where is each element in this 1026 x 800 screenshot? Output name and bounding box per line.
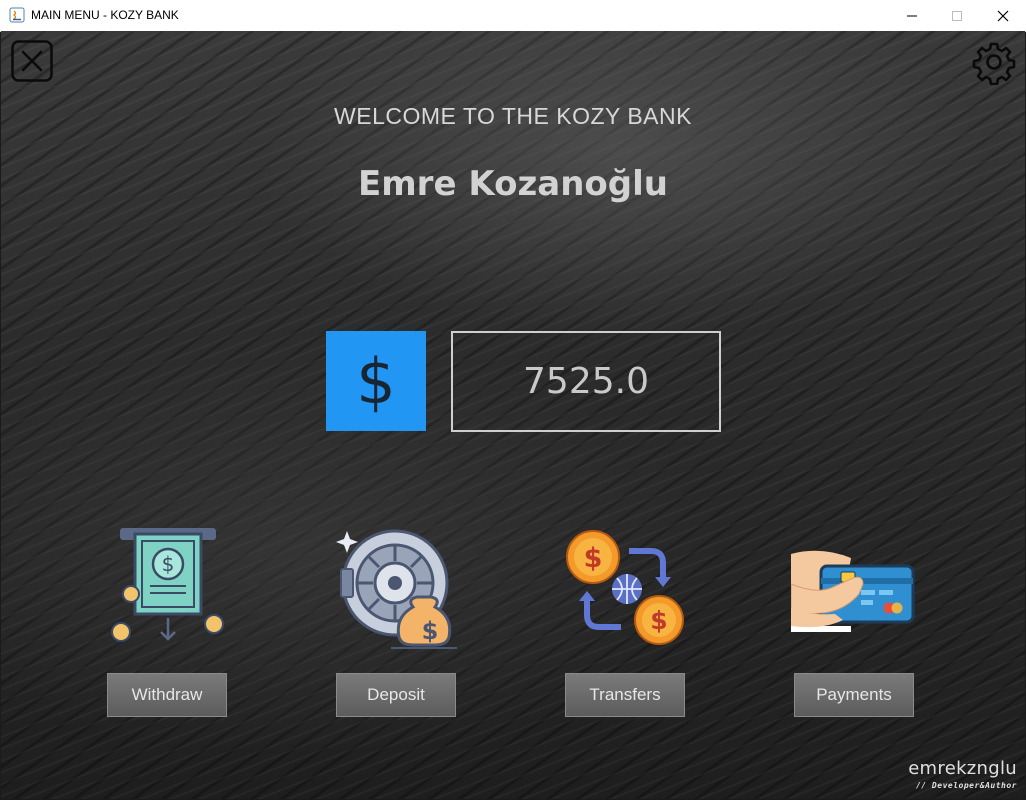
close-icon [997, 10, 1009, 21]
svg-text:$: $ [162, 552, 175, 576]
currency-badge: $ [326, 331, 426, 431]
brand-name: emrekznglu [908, 758, 1017, 779]
welcome-heading: WELCOME TO THE KOZY BANK [334, 103, 692, 129]
transfers-button[interactable]: Transfers [565, 673, 685, 717]
window-close-button[interactable] [980, 0, 1026, 31]
vault-deposit-icon: $ [336, 529, 457, 649]
deposit-button[interactable]: Deposit [336, 673, 456, 717]
close-square-icon [11, 40, 53, 82]
svg-text:$: $ [584, 543, 603, 574]
main-menu-panel: WELCOME TO THE KOZY BANK Emre Kozanoğlu … [1, 31, 1025, 799]
java-app-icon [9, 7, 25, 23]
window-title: MAIN MENU - KOZY BANK [31, 8, 179, 22]
dollar-icon: $ [356, 344, 396, 418]
maximize-button[interactable] [934, 0, 980, 31]
withdraw-button[interactable]: Withdraw [107, 673, 227, 717]
svg-text:$: $ [650, 606, 667, 635]
settings-button[interactable] [971, 39, 1017, 86]
developer-signature: emrekznglu // Developer&Author [908, 758, 1017, 790]
gear-icon [972, 42, 1016, 86]
atm-withdraw-icon: $ [111, 528, 224, 642]
user-name: Emre Kozanoğlu [358, 164, 668, 204]
exit-button[interactable] [11, 40, 53, 82]
brand-tagline: // Developer&Author [915, 781, 1017, 790]
currency-transfer-icon: $ $ [566, 530, 684, 645]
payments-button[interactable]: Payments [794, 673, 914, 717]
maximize-icon [952, 10, 962, 21]
card-payment-icon [791, 550, 915, 632]
balance-display: 7525.0 [451, 331, 721, 432]
svg-text:$: $ [422, 617, 439, 645]
balance-amount: 7525.0 [523, 361, 649, 402]
minimize-icon [907, 15, 917, 16]
minimize-button[interactable] [889, 0, 935, 31]
window-titlebar: MAIN MENU - KOZY BANK [0, 0, 1026, 32]
